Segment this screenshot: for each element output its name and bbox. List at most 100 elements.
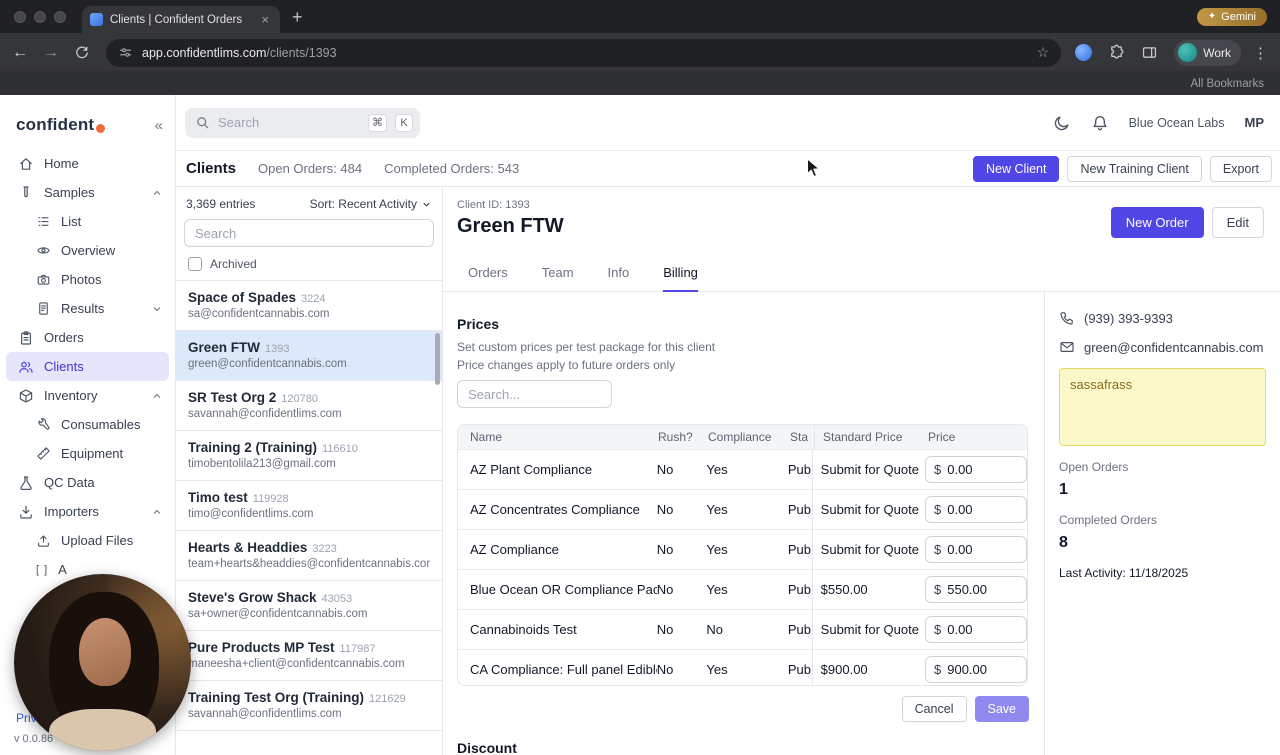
- prices-search-input[interactable]: [457, 380, 612, 408]
- new-training-client-button[interactable]: New Training Client: [1067, 155, 1202, 182]
- price-value: 900.00: [947, 662, 987, 677]
- user-avatar[interactable]: MP: [1245, 115, 1265, 130]
- sidebar-item-overview[interactable]: Overview: [0, 236, 175, 265]
- main-area: ⌘ K Blue Ocean Labs MP Clients Open Orde…: [176, 95, 1280, 755]
- list-item[interactable]: Steve's Grow Shack 43053 sa+owner@confide…: [176, 581, 442, 631]
- cancel-button[interactable]: Cancel: [901, 696, 967, 722]
- price-input[interactable]: $550.00: [925, 576, 1027, 603]
- new-client-button[interactable]: New Client: [973, 155, 1060, 182]
- new-tab-button[interactable]: +: [292, 8, 303, 26]
- sidebar-item-label: Equipment: [61, 446, 124, 461]
- list-item[interactable]: Pure Products MP Test 117987 maneesha+cli…: [176, 631, 442, 681]
- price-input[interactable]: $0.00: [925, 496, 1027, 523]
- prices-table: Name Rush? Compliance Sta Standard Price…: [457, 424, 1028, 686]
- sidebar-item-list[interactable]: List: [0, 207, 175, 236]
- camera-icon: [36, 272, 51, 287]
- sidebar-item-orders[interactable]: Orders: [0, 323, 175, 352]
- scrollbar-thumb[interactable]: [435, 333, 440, 385]
- address-bar[interactable]: app.confidentlims.com /clients/1393 ☆: [106, 38, 1062, 67]
- sidebar-item-label: QC Data: [44, 475, 95, 490]
- edit-button[interactable]: Edit: [1211, 207, 1264, 238]
- price-input[interactable]: $0.00: [925, 616, 1027, 643]
- currency-prefix: $: [934, 502, 942, 517]
- column-rush: Rush?: [658, 430, 693, 444]
- sidebar-item-label: Samples: [44, 185, 95, 200]
- client-search-input[interactable]: [184, 219, 434, 247]
- dark-mode-moon-icon[interactable]: [1053, 114, 1071, 132]
- tab-team[interactable]: Team: [542, 265, 574, 291]
- reload-button[interactable]: [74, 45, 90, 61]
- gemini-button[interactable]: ✦ Gemini: [1196, 7, 1267, 26]
- list-item[interactable]: Hearts & Headdies 3223 team+hearts&headdi…: [176, 531, 442, 581]
- tab-info[interactable]: Info: [608, 265, 630, 291]
- browser-tab[interactable]: Clients | Confident Orders ×: [82, 6, 280, 33]
- client-note[interactable]: sassafrass: [1059, 368, 1266, 446]
- list-item[interactable]: Training Test Org (Training) 121629 savan…: [176, 681, 442, 731]
- bookmark-star-icon[interactable]: ☆: [1037, 44, 1050, 61]
- price-input[interactable]: $0.00: [925, 456, 1027, 483]
- archived-checkbox[interactable]: [188, 257, 202, 271]
- back-button[interactable]: ←: [12, 44, 28, 62]
- test-tube-icon: [18, 185, 34, 201]
- global-search[interactable]: ⌘ K: [185, 107, 420, 138]
- client-name-text: Steve's Grow Shack: [188, 590, 317, 605]
- tab-orders[interactable]: Orders: [468, 265, 508, 291]
- cell-status: Pub: [787, 662, 811, 677]
- global-search-input[interactable]: [218, 115, 360, 130]
- save-button[interactable]: Save: [974, 696, 1029, 722]
- list-item[interactable]: Space of Spades 3224 sa@confidentcannabis…: [176, 281, 442, 331]
- window-controls: [14, 10, 66, 23]
- webcam-overlay[interactable]: [14, 574, 191, 751]
- client-id: 121629: [369, 693, 406, 705]
- sidebar-item-equipment[interactable]: Equipment: [0, 439, 175, 468]
- minimize-window-button[interactable]: [34, 10, 46, 23]
- price-value: 550.00: [947, 582, 987, 597]
- close-window-button[interactable]: [14, 10, 26, 23]
- extension-icon[interactable]: [1075, 44, 1093, 61]
- tab-title: Clients | Confident Orders: [110, 13, 243, 26]
- price-input[interactable]: $0.00: [925, 536, 1027, 563]
- sidebar-item-upload-files[interactable]: Upload Files: [0, 526, 175, 555]
- maximize-window-button[interactable]: [54, 10, 66, 23]
- price-input[interactable]: $900.00: [925, 656, 1027, 683]
- box-icon: [18, 388, 34, 404]
- list-item[interactable]: Timo test 119928 timo@confidentlims.com: [176, 481, 442, 531]
- list-item[interactable]: SR Test Org 2 120780 savannah@confidentli…: [176, 381, 442, 431]
- sidebar-item-clients[interactable]: Clients: [6, 352, 169, 381]
- client-id: 117987: [339, 643, 376, 655]
- home-icon: [18, 156, 34, 172]
- open-orders-value: 1: [1059, 481, 1068, 498]
- list-item[interactable]: Training 2 (Training) 116610 timobentolil…: [176, 431, 442, 481]
- sidebar-item-results[interactable]: Results: [0, 294, 175, 323]
- sidebar-item-label: A: [58, 562, 67, 577]
- table-row: Cannabinoids Test No No Pub Submit for Q…: [458, 609, 1027, 649]
- client-id-label: Client ID: 1393: [457, 199, 530, 211]
- list-item-selected[interactable]: Green FTW 1393 green@confidentcannabis.co…: [176, 331, 442, 381]
- extensions-puzzle-icon[interactable]: [1108, 44, 1125, 61]
- sidebar-item-consumables[interactable]: Consumables: [0, 410, 175, 439]
- export-button[interactable]: Export: [1209, 155, 1272, 182]
- sidebar-item-home[interactable]: Home: [0, 149, 175, 178]
- notifications-bell-icon[interactable]: [1091, 114, 1109, 132]
- browser-profile-button[interactable]: Work: [1174, 39, 1241, 66]
- side-panel-icon[interactable]: [1141, 44, 1158, 61]
- sidebar-item-inventory[interactable]: Inventory: [0, 381, 175, 410]
- sidebar-item-photos[interactable]: Photos: [0, 265, 175, 294]
- tune-icon[interactable]: [118, 45, 133, 60]
- open-orders-count: Open Orders: 484: [258, 161, 363, 176]
- tab-close-icon[interactable]: ×: [258, 12, 272, 27]
- sidebar-item-qc-data[interactable]: QC Data: [0, 468, 175, 497]
- browser-menu-icon[interactable]: ⋮: [1253, 44, 1268, 62]
- list-icon: [36, 214, 51, 229]
- sidebar-collapse-button[interactable]: «: [155, 117, 163, 134]
- all-bookmarks-button[interactable]: All Bookmarks: [1191, 78, 1265, 90]
- cell-standard-price: Submit for Quote: [811, 530, 919, 569]
- forward-button[interactable]: →: [43, 44, 59, 62]
- sidebar-item-label: List: [61, 214, 82, 229]
- client-email: savannah@confidentlims.com: [188, 708, 342, 720]
- new-order-button[interactable]: New Order: [1110, 207, 1204, 238]
- sidebar-item-importers[interactable]: Importers: [0, 497, 175, 526]
- tab-billing[interactable]: Billing: [663, 265, 698, 292]
- sidebar-item-samples[interactable]: Samples: [0, 178, 175, 207]
- sort-dropdown[interactable]: Sort: Recent Activity: [310, 197, 432, 211]
